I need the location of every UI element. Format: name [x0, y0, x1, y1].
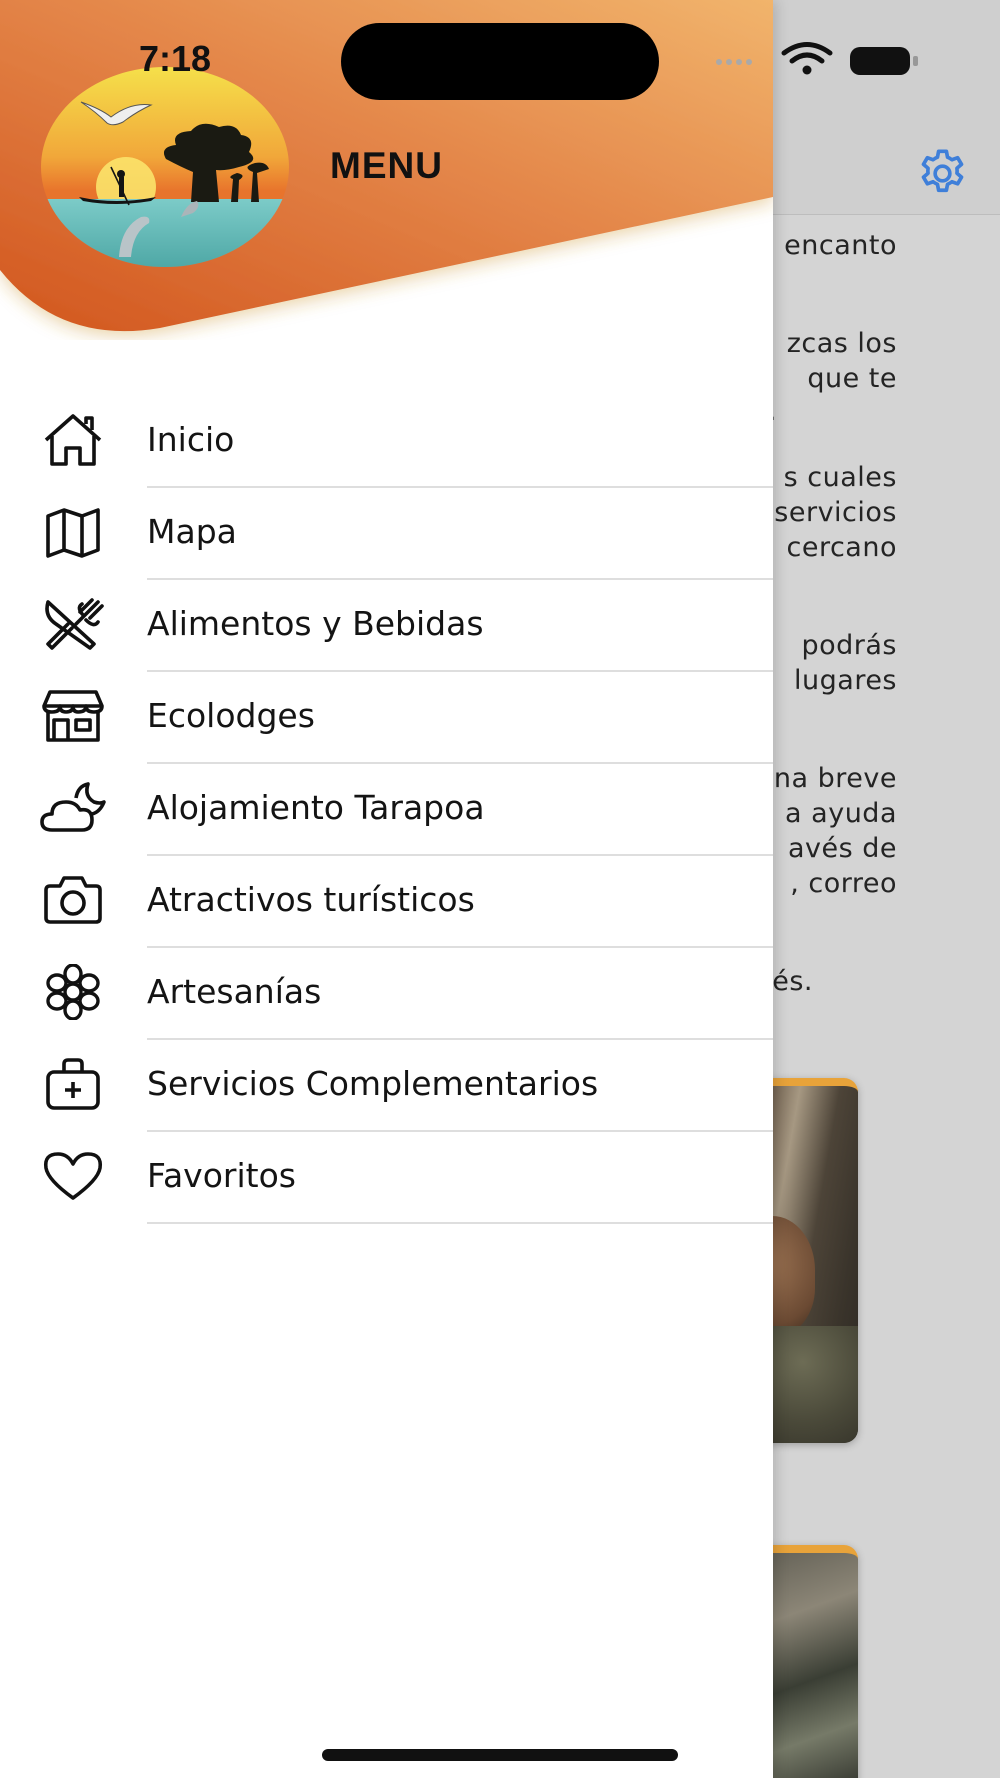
- menu-item-artesanias[interactable]: Artesanías: [0, 948, 773, 1040]
- utensils-icon: [45, 598, 104, 650]
- background-text-line: avés de: [787, 833, 897, 864]
- menu-item-alojamiento-tarapoa[interactable]: Alojamiento Tarapoa: [0, 764, 773, 856]
- battery-icon: [850, 47, 918, 75]
- menu-item-favoritos[interactable]: Favoritos: [0, 1132, 773, 1224]
- menu-item-label: Mapa: [147, 512, 237, 551]
- background-text-line: que te: [807, 363, 897, 394]
- medkit-icon: [46, 1058, 100, 1110]
- menu-item-label: Inicio: [147, 420, 235, 459]
- home-indicator[interactable]: [322, 1749, 678, 1761]
- signal-icon: [716, 59, 752, 65]
- menu-item-inicio[interactable]: Inicio: [0, 396, 773, 488]
- background-text-line: encanto: [784, 230, 897, 261]
- background-text-line: zcas los: [786, 328, 897, 359]
- menu-item-label: Servicios Complementarios: [147, 1064, 599, 1103]
- heart-icon: [43, 1152, 103, 1200]
- flower-icon: [46, 964, 100, 1020]
- camera-icon: [44, 876, 102, 924]
- background-text-line: na breve: [773, 763, 897, 794]
- divider: [147, 1222, 773, 1224]
- background-text-line: lugares: [794, 665, 897, 696]
- menu-title: MENU: [330, 145, 443, 186]
- background-text-line: servicios: [774, 497, 897, 528]
- moon-cloud-icon: [40, 782, 106, 832]
- store-icon: [42, 690, 104, 742]
- menu-item-alimentos-y-bebidas[interactable]: Alimentos y Bebidas: [0, 580, 773, 672]
- background-text-line: cercano: [786, 532, 897, 563]
- menu-item-ecolodges[interactable]: Ecolodges: [0, 672, 773, 764]
- menu-item-servicios-complementarios[interactable]: Servicios Complementarios: [0, 1040, 773, 1132]
- background-text-line: , correo: [790, 868, 897, 899]
- menu-item-mapa[interactable]: Mapa: [0, 488, 773, 580]
- menu-item-label: Alojamiento Tarapoa: [147, 788, 485, 827]
- wifi-icon: [781, 42, 833, 64]
- menu-item-atractivos-turisticos[interactable]: Atractivos turísticos: [0, 856, 773, 948]
- menu-item-label: Ecolodges: [147, 696, 315, 735]
- menu-item-label: Alimentos y Bebidas: [147, 604, 484, 643]
- status-time: 7:18: [139, 38, 212, 79]
- background-text-line: s cuales: [783, 462, 897, 493]
- menu-list: Inicio Mapa Alimentos y Bebidas Ecolodge…: [0, 396, 773, 1224]
- dynamic-island: [341, 23, 659, 100]
- home-icon: [44, 414, 102, 466]
- map-icon: [46, 508, 100, 558]
- side-drawer: MENU Inicio Mapa Alimentos y Bebidas Eco…: [0, 0, 773, 1778]
- background-text-line: podrás: [801, 630, 897, 661]
- menu-item-label: Atractivos turísticos: [147, 880, 475, 919]
- gear-icon[interactable]: [915, 146, 970, 201]
- background-text-line: a ayuda: [785, 798, 897, 829]
- status-icons: [716, 42, 918, 75]
- app-logo: [41, 67, 289, 267]
- menu-item-label: Favoritos: [147, 1156, 296, 1195]
- menu-item-label: Artesanías: [147, 972, 322, 1011]
- background-text-line: és.: [772, 966, 813, 997]
